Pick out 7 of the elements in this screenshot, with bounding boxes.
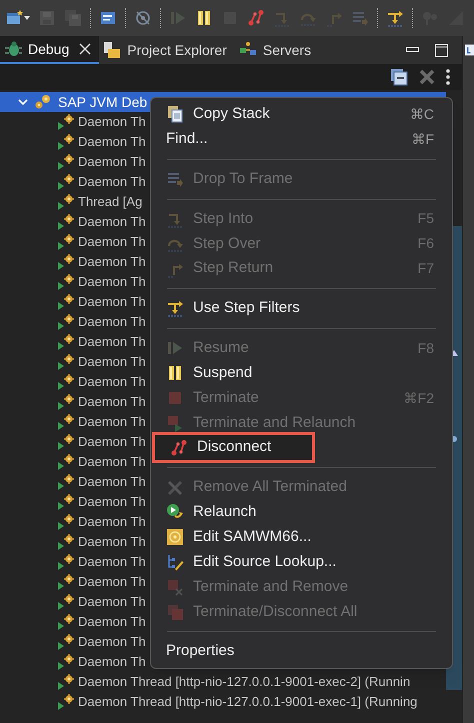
shortcut-label: ⌘C [410, 104, 434, 124]
shortcut-label: ⌘F2 [404, 388, 434, 408]
shortcut-label: ⌘F [411, 130, 434, 149]
shortcut-label: F5 [418, 209, 434, 228]
shortcut-label: F8 [418, 338, 434, 358]
shortcut-label: F6 [418, 234, 434, 254]
shortcut-label: F7 [418, 259, 434, 278]
